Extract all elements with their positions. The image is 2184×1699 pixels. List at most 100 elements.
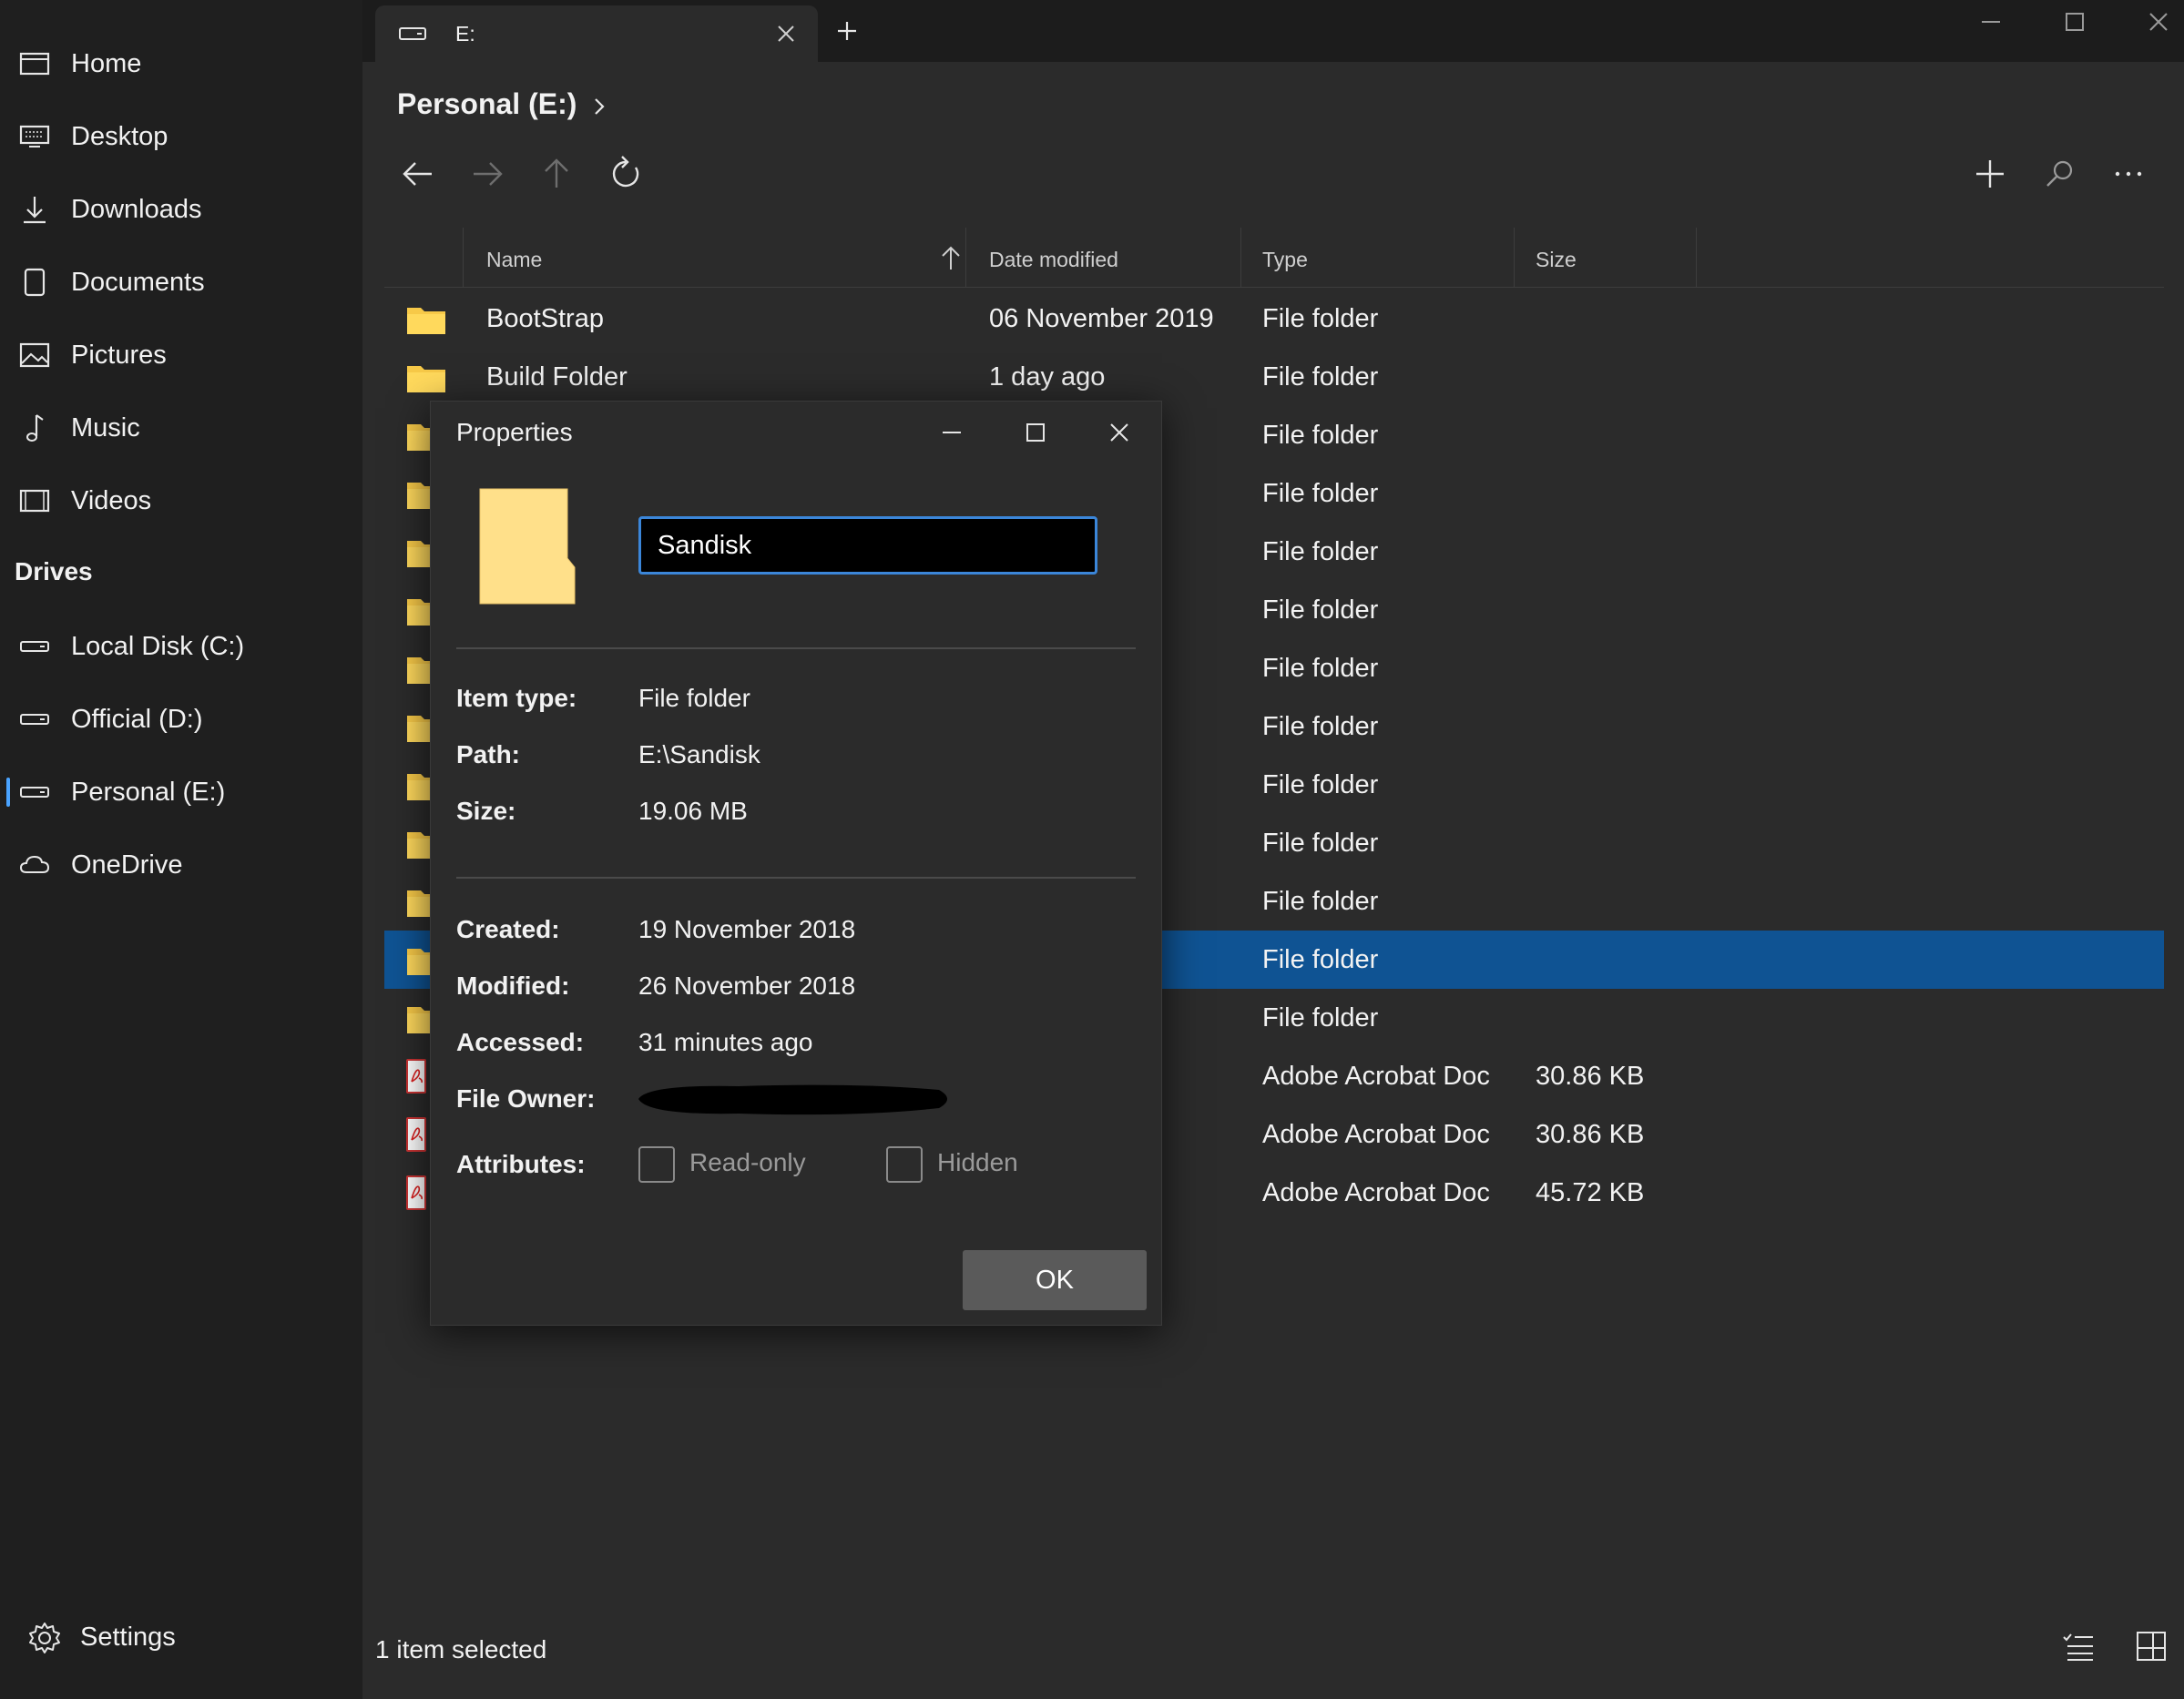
drive-icon: [20, 641, 49, 652]
sidebar-item-desktop[interactable]: Desktop: [0, 107, 362, 166]
file-type: File folder: [1262, 829, 1379, 858]
pdf-file-icon: [406, 1059, 426, 1094]
breadcrumb-item[interactable]: Personal (E:): [397, 87, 577, 121]
column-header-name[interactable]: Name: [486, 248, 542, 272]
drive-icon: [20, 714, 49, 725]
sidebar-item-official-d[interactable]: Official (D:): [0, 690, 362, 748]
sidebar-item-label: Music: [71, 412, 140, 443]
minimize-dialog-icon[interactable]: [937, 418, 966, 447]
file-type: File folder: [1262, 654, 1379, 683]
file-size: 30.86 KB: [1536, 1120, 1645, 1149]
back-icon[interactable]: [397, 153, 439, 195]
up-icon[interactable]: [536, 153, 577, 195]
sidebar-item-local-disk-c[interactable]: Local Disk (C:): [0, 617, 362, 676]
maximize-dialog-icon[interactable]: [1021, 418, 1050, 447]
breadcrumb[interactable]: Personal (E:): [397, 87, 609, 121]
column-divider[interactable]: [463, 228, 464, 288]
path-value: E:\Sandisk: [638, 740, 760, 768]
column-header-type[interactable]: Type: [1262, 248, 1308, 272]
gear-icon: [29, 1623, 60, 1653]
sidebar-item-label: Desktop: [71, 121, 168, 151]
new-item-icon[interactable]: [1969, 153, 2011, 195]
close-window-icon[interactable]: [2142, 5, 2175, 38]
column-header-date[interactable]: Date modified: [989, 248, 1118, 272]
file-size: 45.72 KB: [1536, 1178, 1645, 1207]
maximize-window-icon[interactable]: [2058, 5, 2091, 38]
drive-icon: [399, 27, 426, 40]
sidebar-item-music[interactable]: Music: [0, 399, 362, 457]
sidebar-item-pictures[interactable]: Pictures: [0, 326, 362, 384]
search-icon[interactable]: [2038, 153, 2080, 195]
pdf-file-icon: [406, 1117, 426, 1152]
folder-icon: [407, 308, 445, 334]
file-owner-label: File Owner:: [456, 1084, 596, 1113]
hidden-checkbox[interactable]: [886, 1146, 923, 1183]
sidebar-item-videos[interactable]: Videos: [0, 472, 362, 530]
sidebar-item-label: Personal (E:): [71, 777, 226, 807]
file-row[interactable]: BootStrap 06 November 2019 File folder: [384, 290, 2164, 348]
attributes-label: Attributes:: [456, 1150, 586, 1178]
column-divider[interactable]: [1696, 228, 1697, 288]
close-dialog-icon[interactable]: [1105, 418, 1134, 447]
settings-button[interactable]: Settings: [0, 1608, 362, 1666]
file-type: File folder: [1262, 304, 1379, 333]
tab-e-drive[interactable]: E:: [375, 5, 818, 62]
column-divider[interactable]: [1514, 228, 1515, 288]
sidebar-item-home[interactable]: Home: [0, 35, 362, 93]
file-date-modified: 1 day ago: [989, 362, 1106, 392]
minimize-window-icon[interactable]: [1975, 5, 2007, 38]
sidebar: Home Desktop Downloads Documents Picture…: [0, 0, 362, 1699]
column-header-size[interactable]: Size: [1536, 248, 1577, 272]
close-tab-icon[interactable]: [774, 22, 798, 46]
file-type: File folder: [1262, 770, 1379, 799]
modified-value: 26 November 2018: [638, 972, 856, 1000]
status-text: 1 item selected: [375, 1635, 547, 1663]
file-row[interactable]: Build Folder 1 day ago File folder: [384, 348, 2164, 406]
file-size: 30.86 KB: [1536, 1062, 1645, 1091]
settings-label: Settings: [80, 1623, 176, 1652]
file-type: File folder: [1262, 1003, 1379, 1033]
column-divider[interactable]: [1240, 228, 1241, 288]
sidebar-item-onedrive[interactable]: OneDrive: [0, 836, 362, 894]
sidebar-item-label: Pictures: [71, 340, 167, 370]
sidebar-item-label: Downloads: [71, 194, 202, 224]
ok-button[interactable]: OK: [963, 1250, 1147, 1310]
modified-label: Modified:: [456, 972, 570, 1000]
properties-dialog: Properties Item type: File folder Path: …: [430, 401, 1162, 1326]
more-options-icon[interactable]: [2107, 153, 2149, 195]
path-label: Path:: [456, 740, 520, 768]
sidebar-item-label: Local Disk (C:): [71, 631, 245, 661]
sidebar-item-downloads[interactable]: Downloads: [0, 180, 362, 239]
tiles-view-icon[interactable]: [2133, 1628, 2169, 1664]
details-view-icon[interactable]: [2060, 1628, 2097, 1664]
hidden-label[interactable]: Hidden: [937, 1148, 1018, 1177]
file-type: Adobe Acrobat Doc: [1262, 1120, 1490, 1149]
file-type: File folder: [1262, 887, 1379, 916]
cloud-icon: [19, 855, 50, 873]
forward-icon[interactable]: [466, 153, 508, 195]
new-tab-icon[interactable]: [831, 15, 863, 47]
dialog-title: Properties: [456, 418, 573, 446]
file-name: Build Folder: [486, 362, 628, 392]
folder-icon: [479, 488, 576, 605]
sort-ascending-icon: [942, 246, 960, 270]
sidebar-item-label: Home: [71, 48, 142, 78]
video-icon: [19, 489, 50, 513]
item-type-value: File folder: [638, 684, 750, 712]
item-type-label: Item type:: [456, 684, 577, 712]
chevron-right-icon: [595, 97, 605, 115]
file-type: Adobe Acrobat Doc: [1262, 1178, 1490, 1207]
sidebar-item-personal-e[interactable]: Personal (E:): [0, 763, 362, 821]
folder-name-input[interactable]: [638, 516, 1097, 575]
refresh-icon[interactable]: [605, 153, 647, 195]
file-type: File folder: [1262, 945, 1379, 974]
size-value: 19.06 MB: [638, 797, 748, 825]
drive-icon: [20, 787, 49, 798]
column-divider[interactable]: [965, 228, 966, 288]
read-only-checkbox[interactable]: [638, 1146, 675, 1183]
folder-icon: [407, 366, 445, 392]
tab-bar: E:: [362, 0, 2184, 62]
read-only-label[interactable]: Read-only: [689, 1148, 806, 1177]
sidebar-item-label: OneDrive: [71, 850, 183, 880]
sidebar-item-documents[interactable]: Documents: [0, 253, 362, 311]
